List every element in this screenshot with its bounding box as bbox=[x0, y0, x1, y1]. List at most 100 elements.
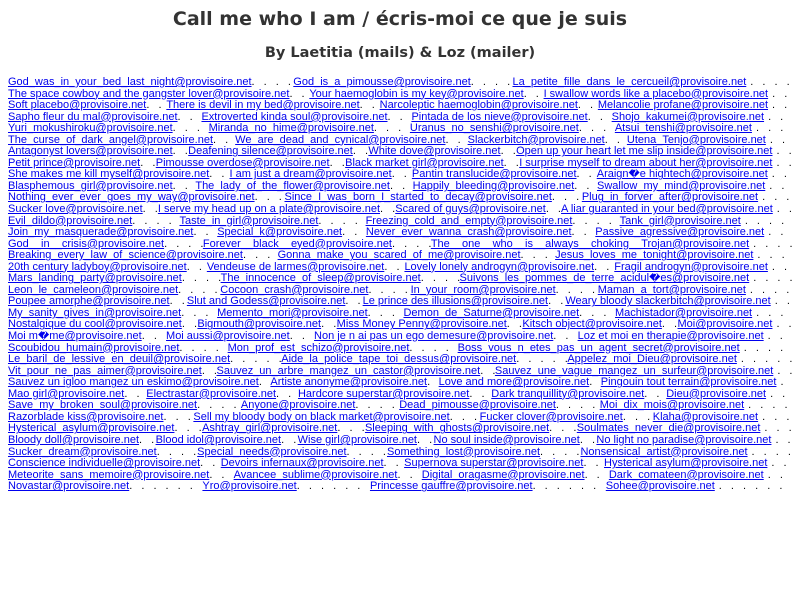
mailto-link[interactable]: Atsui_tenshi@provisoire.net bbox=[615, 123, 752, 135]
mailto-link[interactable]: Deafening silence@provisoire.net bbox=[188, 146, 353, 158]
mailto-link[interactable]: Pingouin tout terrain@provisoire.net bbox=[601, 377, 777, 389]
mailto-link[interactable]: Princesse gauffre@provisoire.net bbox=[370, 481, 533, 493]
mailto-link[interactable]: Fucker clover@provisoire.net bbox=[480, 412, 623, 424]
mailto-link[interactable]: We_are_dead_and_cynical@provisoire.net bbox=[235, 135, 445, 147]
mailto-link[interactable]: Maman_a_tort@provisoire.net bbox=[598, 285, 746, 297]
mailto-link[interactable]: Taste_in_girl@provisoire.net bbox=[179, 216, 318, 228]
mailto-link[interactable]: Electrastar@provisoire.net bbox=[146, 389, 276, 401]
mailto-link[interactable]: Swallow_my_mind@provisoire.net bbox=[597, 181, 765, 193]
mailto-link[interactable]: Open up your heart let me slip inside@pr… bbox=[516, 146, 772, 158]
mailto-link[interactable]: Pimousse overdose@provisoire.net bbox=[156, 158, 330, 170]
mailto-link[interactable]: Since_I_was_born_I_started_to_decay@prov… bbox=[285, 192, 552, 204]
mailto-link[interactable]: Fragil androgyn@provisoire.net bbox=[614, 262, 768, 274]
mailto-link[interactable]: Yuri_mokushiroku@provisoire.net bbox=[8, 123, 173, 135]
mailto-link[interactable]: The space cowboy and the gangster lover@… bbox=[8, 89, 289, 101]
mailto-link[interactable]: No soul inside@provisoire.net bbox=[434, 435, 580, 447]
mailto-link[interactable]: The_lady_of_the_flower@provisoire.net bbox=[195, 181, 390, 193]
mailto-link[interactable]: Sapho fleur du mal@provisoire.net bbox=[8, 112, 178, 124]
mailto-link[interactable]: Extroverted kinda soul@provisoire.net bbox=[201, 112, 387, 124]
mailto-link[interactable]: Anyone@provisoire.net bbox=[241, 400, 356, 412]
mailto-link[interactable]: Dieu@provisoire.net bbox=[666, 389, 766, 401]
mailto-link[interactable]: Sauvez_un_arbre_mangez_un_castor@proviso… bbox=[217, 366, 481, 378]
mailto-link[interactable]: Novastar@provisoire.net bbox=[8, 481, 129, 493]
mailto-link[interactable]: Jesus_loves_me_tonight@provisoire.net bbox=[555, 250, 753, 262]
mailto-link[interactable]: Wise girl@provisoire.net bbox=[298, 435, 417, 447]
mailto-link[interactable]: Moi_dix_mois@provisoire.net bbox=[600, 400, 744, 412]
mailto-link[interactable]: Nonsensical_artist@provisoire.net bbox=[580, 447, 747, 459]
mailto-link[interactable]: Hardcore superstar@provisoire.net bbox=[298, 389, 469, 401]
mailto-link[interactable]: Sucker_dream@provisoire.net bbox=[8, 447, 157, 459]
mailto-link[interactable]: Klaha@provisoire.net bbox=[653, 412, 758, 424]
mailto-link[interactable]: Uranus_no_senshi@provisoire.net bbox=[410, 123, 579, 135]
mailto-link[interactable]: The__one__who__is__always__choking__Troj… bbox=[431, 239, 749, 251]
mailto-link[interactable]: Loz et moi en therapie@provisoire.net bbox=[578, 331, 764, 343]
mailto-link[interactable]: Antagonyst lovers@provisoire.net bbox=[8, 146, 173, 158]
mailto-link[interactable]: Join_my_masquerade@provisoire.net bbox=[8, 227, 193, 239]
mailto-link[interactable]: 20th century ladyboy@provisoire.net bbox=[8, 262, 187, 274]
mailto-link[interactable]: I surprise myself to dream about her@pro… bbox=[519, 158, 772, 170]
mailto-link[interactable]: A liar guaranted in your bed@provisoire.… bbox=[561, 204, 773, 216]
mailto-link[interactable]: Slackerbitch@provisoire.net bbox=[468, 135, 605, 147]
mailto-link[interactable]: Plug_in_forver_after@provisoire.net bbox=[582, 192, 758, 204]
mailto-link[interactable]: Shojo_kakumei@provisoire.net bbox=[612, 112, 764, 124]
mailto-link[interactable]: No light no paradise@provisoire.net bbox=[596, 435, 771, 447]
mailto-link[interactable]: Mon_prof_est_schizo@provisoire.net bbox=[228, 343, 410, 355]
mailto-link[interactable]: Poupee amorphe@provisoire.net bbox=[8, 296, 170, 308]
mailto-link[interactable]: Vendeuse de larmes@provisoire.net bbox=[207, 262, 385, 274]
mailto-link[interactable]: Nothing_ever_ever_goes_my_way@provisoire… bbox=[8, 192, 255, 204]
mailto-link[interactable]: Miss Money Penny@provisoire.net bbox=[337, 319, 507, 331]
mailto-link[interactable]: Scoubidou_humain@provisoire.net bbox=[8, 343, 179, 355]
mailto-link[interactable]: Dark tranquillity@provisoire.net bbox=[491, 389, 644, 401]
mailto-link[interactable]: Sauvez_une_vague_mangez_un_surfeur@provi… bbox=[495, 366, 773, 378]
mailto-link[interactable]: Yro@provisoire.net bbox=[202, 481, 296, 493]
mailto-link[interactable]: Happily_bleeding@provisoire.net bbox=[413, 181, 575, 193]
mailto-link[interactable]: Soft placebo@provisoire.net bbox=[8, 100, 146, 112]
mailto-link[interactable]: Something_lost@provisoire.net bbox=[387, 447, 540, 459]
mailto-link[interactable]: Sell my bloody body on black market@prov… bbox=[193, 412, 449, 424]
mailto-link[interactable]: White dove@provisoire.net bbox=[368, 146, 500, 158]
mailto-link[interactable]: Devoirs infernaux@provisoire.net bbox=[221, 458, 384, 470]
mailto-link[interactable]: God_is_a_pimousse@provisoire.net bbox=[293, 77, 470, 89]
mailto-link[interactable]: Soulmates_never_die@provisoire.net bbox=[577, 423, 761, 435]
mailto-link[interactable]: Scared of guys@provisoire.net bbox=[395, 204, 546, 216]
mailto-link[interactable]: Razorblade kiss@provisoire.net bbox=[8, 412, 163, 424]
mailto-link[interactable]: I swallow words like a placebo@provisoir… bbox=[544, 89, 769, 101]
mailto-link[interactable]: God_was_in_your_bed_last_night@provisoir… bbox=[8, 77, 252, 89]
mailto-link[interactable]: Aide_la_police_tape_toi_dessus@provisoir… bbox=[281, 354, 516, 366]
mailto-link[interactable]: Memento_mori@provisoire.net bbox=[217, 308, 368, 320]
mailto-link[interactable]: Miranda_no_hime@provisoire.net bbox=[209, 123, 374, 135]
mailto-link[interactable]: God__in__crisis@provisoire.net bbox=[8, 239, 164, 251]
mailto-link[interactable]: Tank_girl@provisoire.net bbox=[620, 216, 741, 228]
mailto-link[interactable]: Mao girl@provisoire.net bbox=[8, 389, 124, 401]
mailto-link[interactable]: I am just a dream@provisoire.net bbox=[230, 169, 392, 181]
mailto-link[interactable]: Dark_comateen@provisoire.net bbox=[609, 470, 764, 482]
mailto-link[interactable]: Dead_pimousse@provisoire.net bbox=[399, 400, 556, 412]
mailto-link[interactable]: I serve my head up on a plate@provisoire… bbox=[158, 204, 380, 216]
mailto-link[interactable]: In_your_room@provisoire.net bbox=[411, 285, 556, 297]
mailto-link[interactable]: Meteorite_sans_memoire@provisoire.net bbox=[8, 470, 209, 482]
mailto-link[interactable]: Leon_le_cameleon@provisoire.net bbox=[8, 285, 178, 297]
mailto-link[interactable]: Melancolie profane@provisoire.net bbox=[598, 100, 768, 112]
mailto-link[interactable]: Nostalgique du cool@provisoire.net bbox=[8, 319, 182, 331]
mailto-link[interactable]: Supernova superstar@provisoire.net bbox=[404, 458, 583, 470]
mailto-link[interactable]: The_innocence_of_sleep@provisoire.net bbox=[221, 273, 421, 285]
mailto-link[interactable]: Forever__black__eyed@provisoire.net bbox=[203, 239, 392, 251]
mailto-link[interactable]: Machistador@provisoire.net bbox=[615, 308, 752, 320]
mailto-link[interactable]: Bigmouth@provisoire.net bbox=[197, 319, 321, 331]
mailto-link[interactable]: Kitsch object@provisoire.net bbox=[522, 319, 662, 331]
mailto-link[interactable]: Pintada de los nieve@provisoire.net bbox=[411, 112, 587, 124]
mailto-link[interactable]: Hysterical asylum@provisoire.net bbox=[604, 458, 767, 470]
mailto-link[interactable]: My_sanity_gives_in@provisoire.net bbox=[8, 308, 181, 320]
mailto-link[interactable]: Weary bloody slackerbitch@provisoire.net bbox=[565, 296, 770, 308]
mailto-link[interactable]: Utena_Tenjo@provisoire.net bbox=[627, 135, 766, 147]
mailto-link[interactable]: Hysterical_asylum@provisoire.net bbox=[8, 423, 174, 435]
mailto-link[interactable]: La_petite_fille_dans_le_cercueil@proviso… bbox=[513, 77, 747, 89]
mailto-link[interactable]: Moi@provisoire.net bbox=[678, 319, 773, 331]
mailto-link[interactable]: Vit_pour_ne_pas_aimer@provisoire.net bbox=[8, 366, 202, 378]
mailto-link[interactable]: Ashtray_girl@provisoire.net bbox=[202, 423, 337, 435]
mailto-link[interactable]: Le_baril_de_lessive_en_deuil@provisoire.… bbox=[8, 354, 230, 366]
mailto-link[interactable]: Appelez_moi_Dieu@provisoire.net bbox=[567, 354, 737, 366]
mailto-link[interactable]: Save_my_broken_soul@provisoire.net bbox=[8, 400, 197, 412]
mailto-link[interactable]: Petit prince@provisoire.net bbox=[8, 158, 140, 170]
mailto-link[interactable]: Slut and Godess@provisoire.net bbox=[187, 296, 346, 308]
